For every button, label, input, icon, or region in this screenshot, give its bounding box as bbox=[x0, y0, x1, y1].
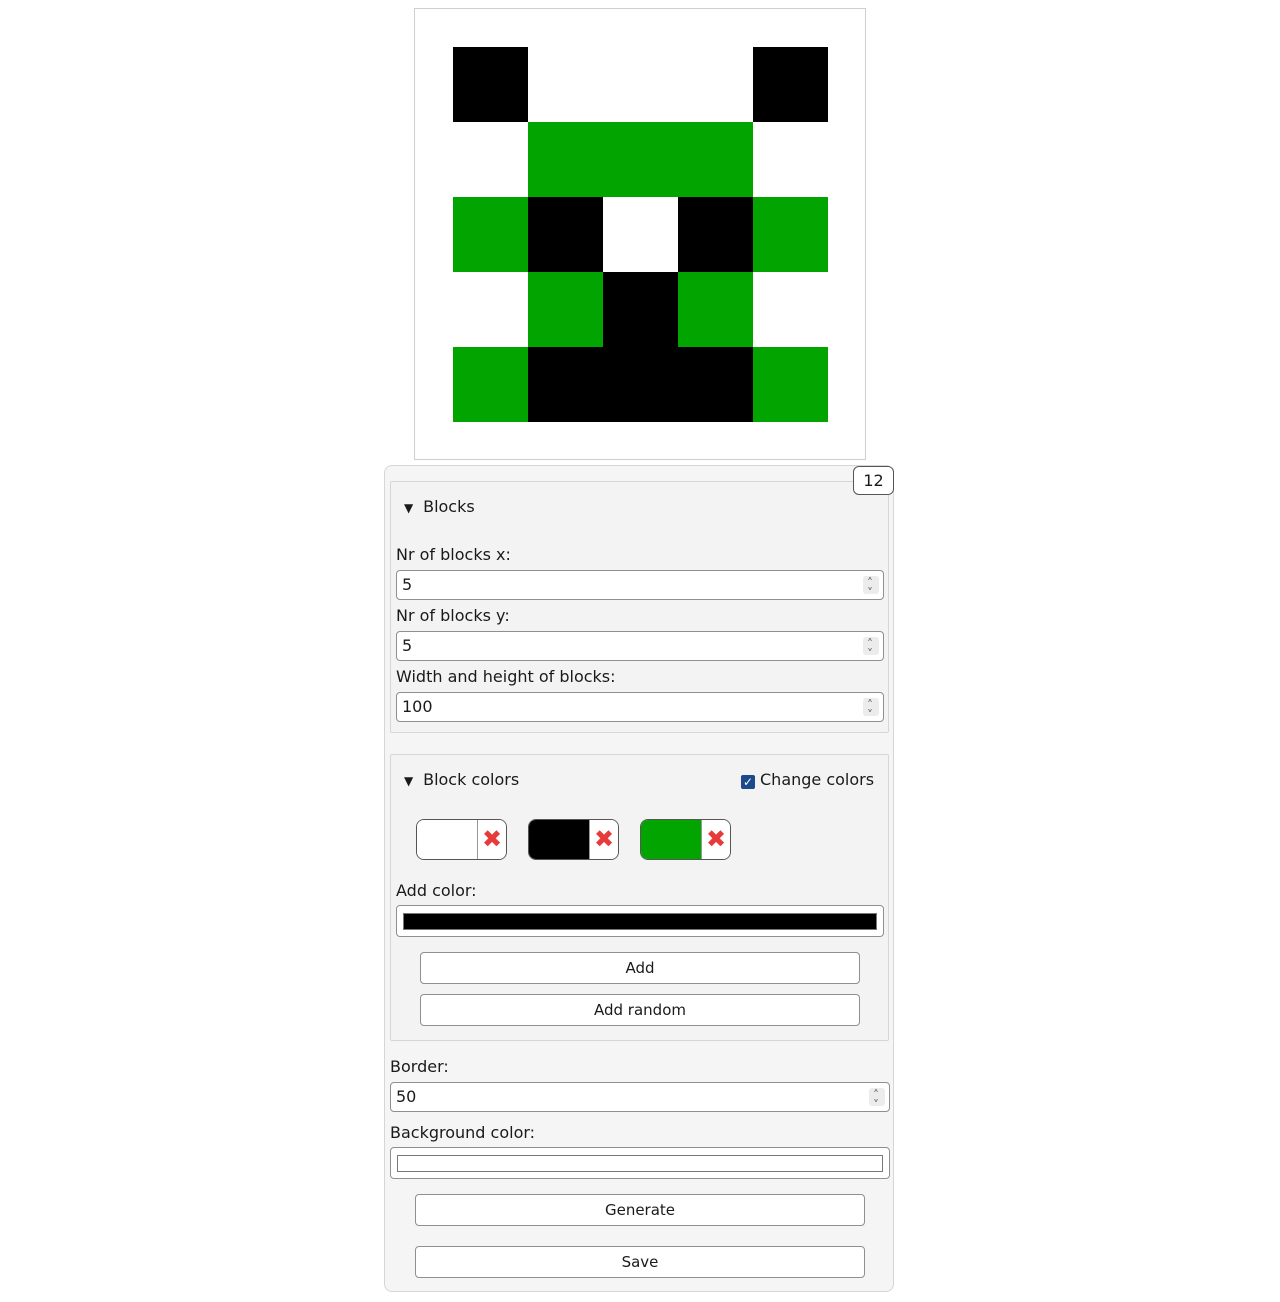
block-colors-summary-label: Block colors bbox=[423, 770, 520, 789]
border-value: 50 bbox=[396, 1087, 417, 1106]
swatch-color-fill[interactable] bbox=[641, 820, 702, 859]
add-color-picker[interactable] bbox=[396, 905, 884, 937]
nx-input[interactable]: 5 bbox=[396, 569, 884, 607]
color-swatch[interactable]: ✖ bbox=[528, 819, 619, 860]
counter-badge: 12 bbox=[853, 466, 894, 495]
pixel-block bbox=[528, 272, 603, 347]
pixel-block bbox=[528, 347, 603, 422]
pixel-block bbox=[528, 47, 603, 122]
triangle-down-icon: ▼ bbox=[404, 774, 414, 788]
border-input[interactable]: 50 bbox=[390, 1081, 890, 1119]
pixel-block bbox=[678, 47, 753, 122]
nx-value: 5 bbox=[402, 575, 413, 594]
add-color-label: Add color: bbox=[396, 881, 477, 900]
triangle-down-icon: ▼ bbox=[404, 501, 414, 515]
pixel-block bbox=[753, 122, 828, 197]
blocks-summary-label: Blocks bbox=[423, 497, 475, 516]
spinner-icon[interactable] bbox=[869, 1081, 885, 1119]
spinner-icon[interactable] bbox=[863, 630, 879, 668]
pixel-block bbox=[603, 197, 678, 272]
pixel-block bbox=[453, 47, 528, 122]
nx-label: Nr of blocks x: bbox=[396, 545, 511, 564]
pixel-block bbox=[678, 197, 753, 272]
spinner-icon[interactable] bbox=[863, 691, 879, 729]
color-swatch[interactable]: ✖ bbox=[416, 819, 507, 860]
remove-color-icon[interactable]: ✖ bbox=[477, 820, 506, 859]
pixel-block bbox=[753, 272, 828, 347]
color-swatch[interactable]: ✖ bbox=[640, 819, 731, 860]
block-size-input[interactable]: 100 bbox=[396, 691, 884, 729]
spinner-icon[interactable] bbox=[863, 569, 879, 607]
add-color-button[interactable]: Add bbox=[420, 952, 860, 984]
preview-canvas bbox=[414, 8, 866, 460]
pixel-block bbox=[453, 272, 528, 347]
change-colors-label: Change colors bbox=[760, 770, 875, 789]
pixel-block bbox=[603, 122, 678, 197]
pixel-block bbox=[753, 197, 828, 272]
ny-label: Nr of blocks y: bbox=[396, 606, 510, 625]
pixel-block bbox=[753, 347, 828, 422]
pixel-block bbox=[453, 197, 528, 272]
add-random-color-button[interactable]: Add random bbox=[420, 994, 860, 1026]
pixel-block bbox=[678, 272, 753, 347]
blocks-summary-toggle[interactable]: ▼ Blocks bbox=[404, 497, 475, 516]
add-color-fill[interactable] bbox=[403, 913, 877, 930]
block-size-value: 100 bbox=[402, 697, 433, 716]
remove-color-icon[interactable]: ✖ bbox=[701, 820, 730, 859]
pixel-block bbox=[453, 122, 528, 197]
ny-input[interactable]: 5 bbox=[396, 630, 884, 668]
remove-color-icon[interactable]: ✖ bbox=[589, 820, 618, 859]
generate-button[interactable]: Generate bbox=[415, 1194, 865, 1226]
checkbox-checked-icon[interactable]: ✓ bbox=[741, 775, 755, 789]
swatch-color-fill[interactable] bbox=[417, 820, 478, 859]
block-colors-summary-toggle[interactable]: ▼ Block colors bbox=[404, 770, 519, 789]
pixel-block bbox=[453, 347, 528, 422]
swatch-color-fill[interactable] bbox=[529, 820, 590, 859]
block-size-label: Width and height of blocks: bbox=[396, 667, 616, 686]
border-label: Border: bbox=[390, 1057, 449, 1076]
ny-value: 5 bbox=[402, 636, 413, 655]
save-button[interactable]: Save bbox=[415, 1246, 865, 1278]
background-color-label: Background color: bbox=[390, 1123, 536, 1142]
pixel-grid bbox=[453, 47, 828, 422]
pixel-block bbox=[678, 122, 753, 197]
background-color-fill[interactable] bbox=[397, 1155, 883, 1172]
pixel-block bbox=[603, 272, 678, 347]
background-color-picker[interactable] bbox=[390, 1147, 890, 1179]
pixel-block bbox=[603, 47, 678, 122]
pixel-block bbox=[603, 347, 678, 422]
pixel-block bbox=[528, 197, 603, 272]
pixel-block bbox=[678, 347, 753, 422]
change-colors-toggle[interactable]: ✓ Change colors bbox=[741, 770, 874, 789]
pixel-block bbox=[528, 122, 603, 197]
pixel-block bbox=[753, 47, 828, 122]
